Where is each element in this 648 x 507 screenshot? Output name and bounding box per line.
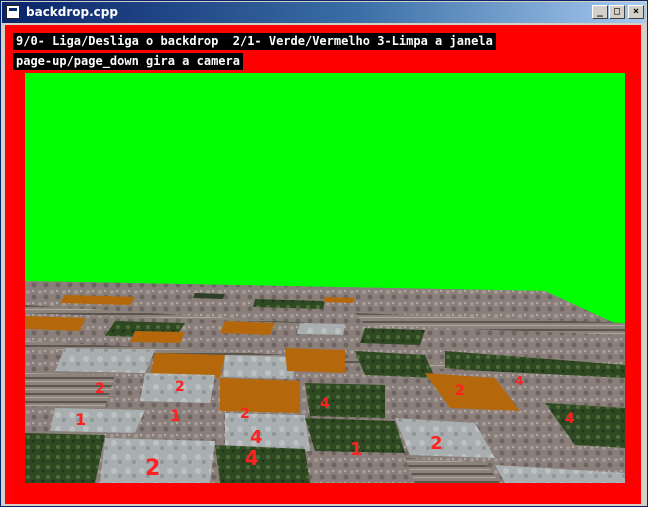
tile-label: 1 bbox=[170, 406, 181, 425]
tile-label: 4 bbox=[515, 374, 523, 388]
tile-label: 2 bbox=[175, 379, 185, 395]
window-title: backdrop.cpp bbox=[26, 5, 118, 19]
tile-label: 2 bbox=[430, 433, 443, 454]
help-text-line-1: 9/0- Liga/Desliga o backdrop 2/1- Verde/… bbox=[13, 33, 496, 50]
app-window: backdrop.cpp _ □ × 9/0- Liga/Desliga o b… bbox=[0, 0, 648, 507]
tile-label: 2 bbox=[240, 406, 250, 422]
backdrop-scene: 2 2 4 4 2 4 1 2 1 1 2 2 4 4 bbox=[25, 73, 625, 483]
tile-label: 1 bbox=[350, 439, 363, 460]
tile-label: 1 bbox=[75, 410, 86, 429]
tile-label: 4 bbox=[245, 446, 259, 470]
maximize-button[interactable]: □ bbox=[609, 5, 625, 19]
textured-floor: 2 2 4 4 2 4 1 2 1 1 2 2 4 4 bbox=[25, 281, 625, 483]
tile-label: 2 bbox=[455, 383, 465, 399]
tile-label: 2 bbox=[145, 456, 160, 481]
tile-label: 4 bbox=[565, 411, 575, 427]
close-button[interactable]: × bbox=[628, 5, 644, 19]
tile-label: 4 bbox=[250, 427, 263, 448]
minimize-button[interactable]: _ bbox=[592, 5, 608, 19]
tile-label: 2 bbox=[95, 381, 105, 397]
gl-viewport[interactable]: 9/0- Liga/Desliga o backdrop 2/1- Verde/… bbox=[5, 25, 641, 504]
title-bar[interactable]: backdrop.cpp _ □ × bbox=[2, 2, 646, 23]
tile-label: 4 bbox=[320, 396, 330, 412]
app-icon[interactable] bbox=[6, 5, 20, 19]
help-text-line-2: page-up/page_down gira a camera bbox=[13, 53, 243, 70]
